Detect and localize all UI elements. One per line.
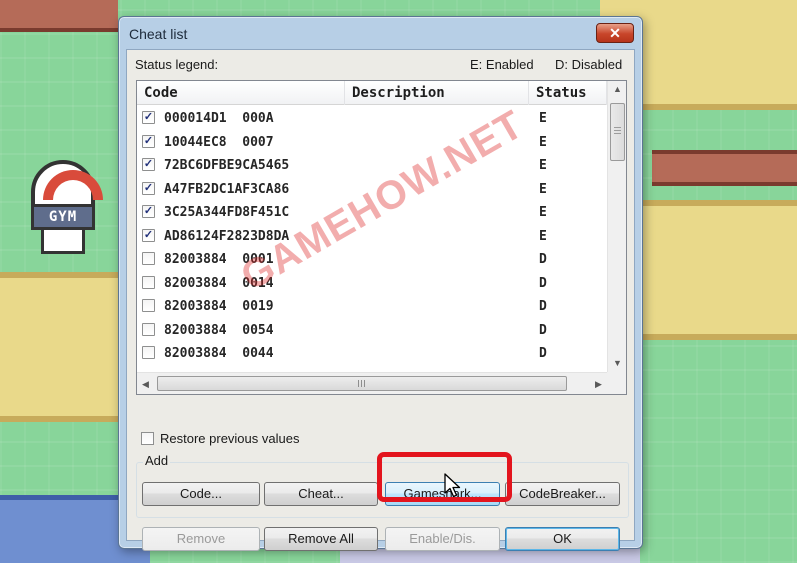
list-header: Code Description Status (137, 81, 607, 105)
table-row[interactable]: 82003884 0044 D (137, 342, 607, 365)
row-checkbox[interactable] (142, 275, 155, 289)
column-header-description[interactable]: Description (345, 81, 529, 105)
scrollbar-corner (607, 372, 626, 394)
cell-status: D (539, 299, 547, 314)
status-legend-label: Status legend: (135, 57, 219, 72)
scroll-up-icon[interactable]: ▲ (608, 81, 627, 98)
row-checkbox-checked[interactable]: ✓ (142, 134, 155, 148)
status-legend-disabled: D: Disabled (555, 57, 623, 72)
restore-checkbox-label[interactable]: Restore previous values (160, 431, 299, 446)
cell-code: A47FB2DC1AF3CA86 (164, 181, 290, 197)
remove-button[interactable]: Remove (142, 527, 260, 551)
table-row[interactable]: 82003884 0014 D (137, 272, 607, 295)
row-checkbox-checked[interactable]: ✓ (142, 228, 155, 242)
cell-code: 10044EC8 0007 (164, 134, 274, 150)
add-codebreaker-button[interactable]: CodeBreaker... (505, 482, 620, 506)
row-checkbox-checked[interactable]: ✓ (142, 181, 155, 195)
gym-sign: GYM (27, 160, 103, 256)
status-legend-enabled: E: Enabled (470, 57, 534, 72)
dialog-title: Cheat list (129, 26, 188, 42)
table-row[interactable]: 82003884 0019 D (137, 295, 607, 318)
horizontal-scroll-thumb[interactable] (157, 376, 567, 391)
scroll-left-icon[interactable]: ◀ (137, 373, 154, 395)
table-row[interactable]: ✓ 10044EC8 0007 E (137, 131, 607, 154)
gym-sign-post (41, 230, 85, 254)
enable-disable-button[interactable]: Enable/Dis. (385, 527, 500, 551)
remove-all-button[interactable]: Remove All (264, 527, 378, 551)
table-row[interactable]: 82003884 0001 D (137, 248, 607, 271)
fence-right (652, 150, 797, 186)
cell-status: E (539, 158, 547, 173)
table-row[interactable]: 82003884 0054 D (137, 319, 607, 342)
cell-status: E (539, 181, 547, 197)
row-checkbox-checked[interactable]: ✓ (142, 205, 155, 218)
close-icon: ✕ (609, 25, 621, 41)
fence-top (0, 0, 118, 32)
vertical-scrollbar[interactable]: ▲ ▼ (607, 81, 626, 372)
dialog-titlebar[interactable]: Cheat list ✕ (119, 17, 642, 49)
row-checkbox-checked[interactable]: ✓ (142, 111, 155, 124)
row-checkbox[interactable] (142, 299, 155, 312)
add-cheat-button[interactable]: Cheat... (264, 482, 378, 506)
table-row[interactable]: ✓ 000014D1 000A E (137, 107, 607, 130)
add-group-label: Add (143, 453, 171, 468)
gym-sign-text: GYM (31, 204, 95, 230)
list-rows: ✓ 000014D1 000A E ✓ 10044EC8 0007 E ✓ 72BC6DFBE… (137, 107, 607, 369)
add-code-button[interactable]: Code... (142, 482, 260, 506)
horizontal-scrollbar[interactable]: ◀ ▶ (137, 372, 607, 394)
path-left (0, 272, 122, 422)
restore-checkbox-box[interactable] (141, 432, 154, 445)
cell-status: D (539, 252, 547, 267)
cell-code: 82003884 0054 (164, 322, 274, 338)
column-header-status[interactable]: Status (529, 81, 607, 105)
cell-status: D (539, 275, 547, 291)
cell-code: 72BC6DFBE9CA5465 (164, 158, 290, 173)
cell-code: 3C25A344FD8F451C (164, 205, 290, 220)
mouse-cursor-icon (444, 473, 461, 498)
cell-status: E (539, 228, 547, 244)
scroll-down-icon[interactable]: ▼ (608, 355, 627, 372)
scroll-right-icon[interactable]: ▶ (590, 373, 607, 395)
table-row[interactable]: ✓ 72BC6DFBE9CA5465 E (137, 154, 607, 177)
row-checkbox[interactable] (142, 346, 155, 359)
close-button[interactable]: ✕ (596, 23, 634, 43)
cheat-list-view[interactable]: Code Description Status ✓ 000014D1 000A E ✓… (136, 80, 627, 395)
cell-code: 82003884 0044 (164, 346, 274, 361)
path-right (640, 200, 797, 340)
cell-status: E (539, 111, 547, 126)
cell-status: E (539, 134, 547, 150)
cell-status: D (539, 322, 547, 338)
cell-status: E (539, 205, 547, 220)
row-checkbox[interactable] (142, 322, 155, 336)
row-checkbox-checked[interactable]: ✓ (142, 158, 155, 171)
ok-button[interactable]: OK (505, 527, 620, 551)
cell-code: 000014D1 000A (164, 111, 274, 126)
cell-status: D (539, 346, 547, 361)
column-header-code[interactable]: Code (137, 81, 345, 105)
vertical-scroll-thumb[interactable] (610, 103, 625, 161)
row-checkbox[interactable] (142, 252, 155, 265)
